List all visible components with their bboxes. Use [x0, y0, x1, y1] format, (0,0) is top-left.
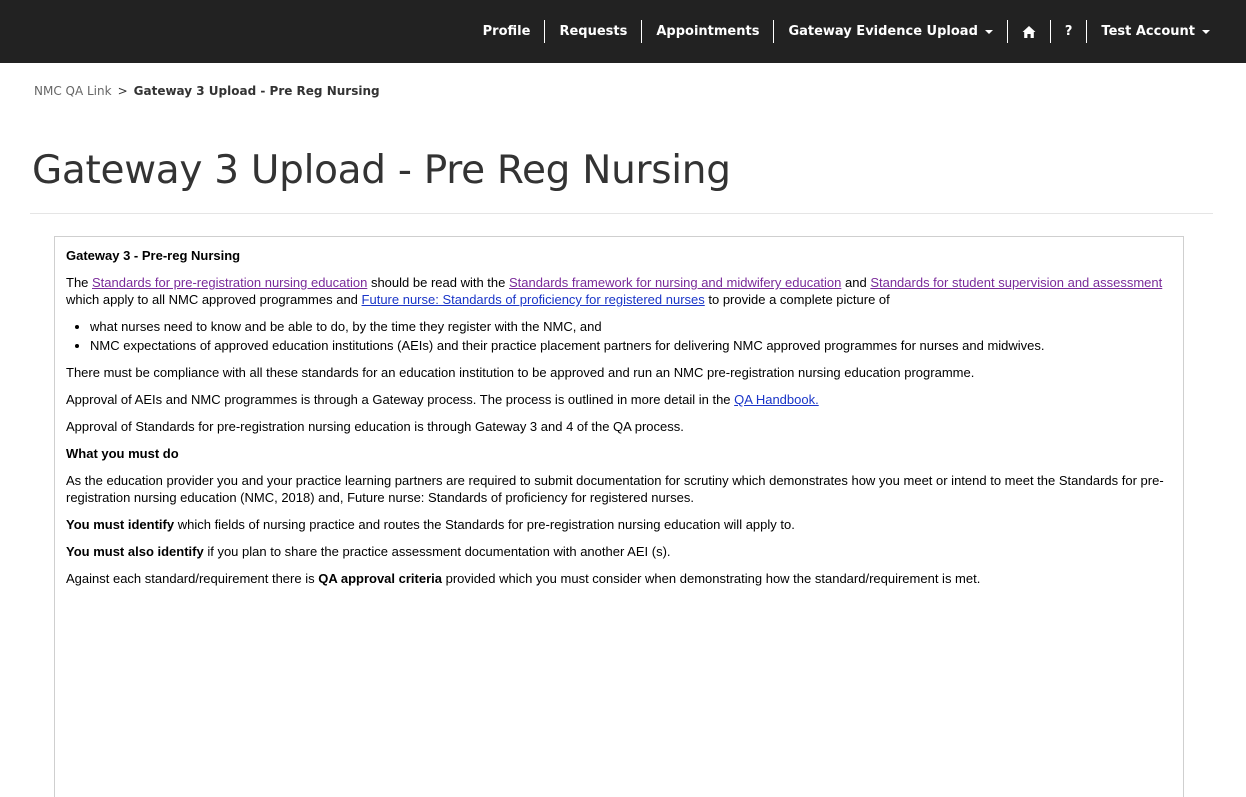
nav-menu: Profile Requests Appointments Gateway Ev…: [469, 0, 1224, 63]
caret-down-icon: [984, 29, 993, 34]
standards-framework-link[interactable]: Standards framework for nursing and midw…: [509, 275, 841, 290]
page-title: Gateway 3 Upload - Pre Reg Nursing: [32, 148, 731, 193]
standards-pre-registration-link[interactable]: Standards for pre-registration nursing e…: [92, 275, 367, 290]
intro-paragraph: The Standards for pre-registration nursi…: [66, 274, 1172, 308]
intro-text: and: [841, 275, 871, 290]
must-do-paragraph: As the education provider you and your p…: [66, 473, 1164, 505]
breadcrumb-separator: >: [117, 84, 128, 98]
intro-text: should be read with the: [367, 275, 509, 290]
nav-profile[interactable]: Profile: [469, 24, 545, 39]
approval-process-paragraph: Approval of AEIs and NMC programmes is t…: [66, 391, 1172, 408]
identify-text: which fields of nursing practice and rou…: [174, 517, 795, 532]
intro-text: The: [66, 275, 93, 290]
standards-supervision-link[interactable]: Standards for student supervision and as…: [870, 275, 1162, 290]
top-navbar: Profile Requests Appointments Gateway Ev…: [0, 0, 1246, 63]
nav-requests[interactable]: Requests: [545, 24, 641, 39]
section-heading: Gateway 3 - Pre-reg Nursing: [66, 248, 241, 263]
identify-paragraph: You must identify which fields of nursin…: [66, 516, 1172, 533]
breadcrumb-root-link[interactable]: NMC QA Link: [34, 84, 112, 98]
caret-down-icon: [1202, 29, 1210, 34]
also-identify-text: if you plan to share the practice assess…: [203, 544, 671, 559]
must-do-heading: What you must do: [66, 446, 179, 461]
home-icon: [1022, 25, 1036, 38]
nav-profile-label: Profile: [482, 24, 531, 39]
approval-standards-paragraph: Approval of Standards for pre-registrati…: [66, 419, 684, 434]
criteria-bold: QA approval criteria: [318, 571, 442, 586]
intro-text: to provide a complete picture of: [704, 292, 890, 307]
title-divider: [30, 213, 1213, 214]
nav-appointments[interactable]: Appointments: [642, 24, 773, 39]
criteria-paragraph: Against each standard/requirement there …: [66, 570, 1172, 587]
approval-process-text: Approval of AEIs and NMC programmes is t…: [66, 392, 735, 407]
bullet-list: what nurses need to know and be able to …: [66, 318, 1172, 354]
account-label: Test Account: [1101, 24, 1195, 39]
qa-handbook-link[interactable]: QA Handbook.: [734, 392, 819, 407]
nav-home-button[interactable]: [1008, 25, 1050, 39]
help-label: ?: [1064, 24, 1073, 39]
nav-gateway-label: Gateway Evidence Upload: [788, 24, 978, 39]
intro-text: which apply to all NMC approved programm…: [66, 292, 362, 307]
nav-help-button[interactable]: ?: [1051, 24, 1087, 39]
criteria-text: Against each standard/requirement there …: [66, 571, 319, 586]
nav-requests-label: Requests: [559, 24, 628, 39]
breadcrumb-current: Gateway 3 Upload - Pre Reg Nursing: [133, 84, 380, 98]
compliance-paragraph: There must be compliance with all these …: [66, 365, 975, 380]
identify-bold: You must identify: [66, 517, 175, 532]
nav-account-dropdown[interactable]: Test Account: [1087, 24, 1224, 39]
also-identify-bold: You must also identify: [66, 544, 204, 559]
nav-gateway-evidence-upload-dropdown[interactable]: Gateway Evidence Upload: [774, 24, 1006, 39]
future-nurse-standards-link[interactable]: Future nurse: Standards of proficiency f…: [362, 292, 705, 307]
also-identify-paragraph: You must also identify if you plan to sh…: [66, 543, 1172, 560]
breadcrumb: NMC QA Link > Gateway 3 Upload - Pre Reg N…: [34, 84, 380, 98]
nav-appointments-label: Appointments: [656, 24, 760, 39]
list-item: NMC expectations of approved education i…: [90, 337, 1172, 354]
criteria-text: provided which you must consider when de…: [442, 571, 981, 586]
content-panel: Gateway 3 - Pre-reg Nursing The Standard…: [54, 236, 1184, 797]
list-item: what nurses need to know and be able to …: [90, 318, 1172, 335]
